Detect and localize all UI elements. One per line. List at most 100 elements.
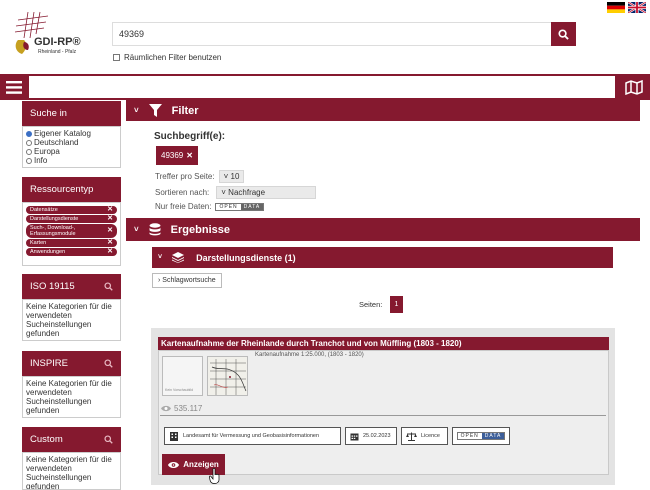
radio-eigener-katalog[interactable]: Eigener Katalog (26, 129, 117, 138)
per-page-label: Treffer pro Seite: (155, 172, 215, 181)
search-icon (558, 28, 569, 40)
resource-type-title: Ressourcentyp (30, 184, 94, 195)
radio-deutschland[interactable]: Deutschland (26, 138, 117, 147)
remove-icon[interactable]: ✕ (107, 239, 113, 246)
results-header[interactable]: ˅ Ergebnisse (126, 218, 640, 241)
radio-label: Deutschland (34, 138, 79, 147)
scale-balance-icon (406, 432, 417, 441)
calendar-icon (350, 433, 359, 440)
iso-title: ISO 19115 (30, 281, 75, 292)
radio-icon (26, 157, 32, 164)
custom-title: Custom (30, 434, 63, 445)
preview-placeholder: Kein Vorschaubild (162, 356, 203, 396)
darstellungsdienste-header[interactable]: ˅ Darstellungsdienste (1) (152, 247, 613, 268)
per-page-select[interactable]: ˅ 10 (218, 170, 245, 183)
search-in-options: Eigener Katalog Deutschland Europa Info (22, 126, 121, 168)
chevron-down-icon: ˅ (158, 254, 163, 261)
iso-header[interactable]: ISO 19115 (22, 274, 121, 299)
search-in-title: Suche in (30, 108, 67, 119)
radio-europa[interactable]: Europa (26, 147, 117, 156)
language-flags (607, 2, 646, 13)
open-data-row: Nur freie Daten: OPEN DATA (155, 202, 265, 211)
map-button[interactable] (617, 74, 650, 100)
remove-icon[interactable]: ✕ (186, 151, 193, 160)
search-term-tag[interactable]: 49369 ✕ (156, 146, 198, 165)
remove-icon[interactable]: ✕ (107, 206, 113, 213)
spatial-filter-label: Räumlichen Filter benutzen (124, 53, 222, 62)
resource-pill-karten[interactable]: Karten ✕ (26, 239, 117, 247)
pill-label: Datensätze (30, 207, 58, 213)
result-description: Kartenaufnahme 1:25.000, (1803 - 1820) (255, 352, 364, 358)
pill-label: Karten (30, 240, 47, 246)
search-input[interactable] (112, 22, 552, 46)
view-count-value: 535.117 (174, 404, 203, 413)
provider-name: Landesamt für Vermessung und Geobasisinf… (183, 433, 320, 439)
chevron-down-icon: ˅ (134, 106, 139, 115)
map-preview-image[interactable] (207, 356, 248, 396)
map-thumbnail (208, 357, 247, 395)
per-page-value: 10 (230, 172, 240, 181)
data-word: DATA (481, 433, 505, 439)
sort-label: Sortieren nach: (155, 188, 210, 197)
open-word: OPEN (216, 203, 241, 210)
eye-icon (161, 405, 171, 412)
radio-icon (26, 139, 32, 146)
data-word: DATA (240, 203, 264, 210)
radio-info[interactable]: Info (26, 156, 117, 165)
spatial-filter[interactable]: Räumlichen Filter benutzen (113, 53, 221, 62)
iso-categories: Keine Kategorien für die verwendeten Suc… (22, 299, 121, 341)
german-flag-icon[interactable] (607, 2, 625, 13)
sort-row: Sortieren nach: ˅ Nachfrage (155, 186, 317, 199)
keyword-search-label: Schlagwortsuche (162, 277, 216, 284)
logo-subtitle: Rheinland - Pfalz (38, 49, 77, 55)
result-title[interactable]: Kartenaufnahme der Rheinlande durch Tran… (158, 337, 609, 350)
no-preview-text: Kein Vorschaubild (165, 388, 194, 392)
search-icon (104, 359, 113, 368)
custom-header[interactable]: Custom (22, 427, 121, 452)
menu-button[interactable] (0, 74, 28, 100)
pill-label: Anwendungen (30, 249, 66, 255)
open-data-badge: OPEN DATA (456, 432, 506, 440)
pill-label: Such-, Download-, Erfassungsmodule (30, 225, 76, 237)
filter-title: Filter (171, 104, 199, 117)
search-button[interactable] (551, 22, 576, 46)
resource-pill-datensaetze[interactable]: Datensätze ✕ (26, 206, 117, 214)
inspire-header[interactable]: INSPIRE (22, 351, 121, 376)
search-icon (104, 282, 113, 291)
remove-icon[interactable]: ✕ (107, 215, 113, 222)
licence-chip[interactable]: Licence (401, 427, 448, 445)
radio-label: Europa (34, 147, 60, 156)
spatial-filter-checkbox[interactable] (113, 54, 120, 61)
radio-icon (26, 148, 32, 155)
map-icon (624, 79, 643, 95)
page-1-button[interactable]: 1 (390, 296, 403, 313)
radio-label: Eigener Katalog (34, 129, 91, 138)
bar-input[interactable] (29, 76, 615, 98)
resource-pill-anwendungen[interactable]: Anwendungen ✕ (26, 248, 117, 256)
resource-pill-darstellungsdienste[interactable]: Darstellungsdienste ✕ (26, 215, 117, 223)
custom-categories: Keine Kategorien für die verwendeten Suc… (22, 452, 121, 490)
card-divider (160, 415, 606, 416)
uk-flag-icon[interactable] (628, 2, 646, 13)
resource-pill-such-download[interactable]: Such-, Download-, Erfassungsmodule ✕ (26, 224, 117, 238)
keyword-search-button[interactable]: › Schlagwortsuche (152, 273, 222, 288)
open-data-chip[interactable]: OPEN DATA (452, 427, 510, 445)
chevron-right-icon: › (158, 277, 161, 284)
filter-icon (148, 104, 162, 117)
resource-type-header: Ressourcentyp (22, 177, 121, 202)
sort-value: Nachfrage (228, 188, 266, 197)
provider-chip[interactable]: Landesamt für Vermessung und Geobasisinf… (164, 427, 341, 445)
inspire-categories: Keine Kategorien für die verwendeten Suc… (22, 376, 121, 418)
eye-icon (168, 461, 180, 468)
remove-icon[interactable]: ✕ (107, 248, 113, 255)
search-term-label: Suchbegriff(e): (154, 131, 226, 142)
pages-label: Seiten: (359, 300, 383, 309)
filter-header[interactable]: ˅ Filter (126, 100, 640, 121)
remove-icon[interactable]: ✕ (107, 227, 113, 234)
sort-select[interactable]: ˅ Nachfrage (216, 186, 317, 199)
layers-icon (172, 252, 185, 263)
search-term-value: 49369 (161, 151, 184, 160)
gdi-rp-logo[interactable]: GDI-RP® Rheinland - Pfalz (10, 10, 95, 60)
search-icon (104, 435, 113, 444)
open-data-toggle[interactable]: OPEN DATA (215, 202, 265, 211)
